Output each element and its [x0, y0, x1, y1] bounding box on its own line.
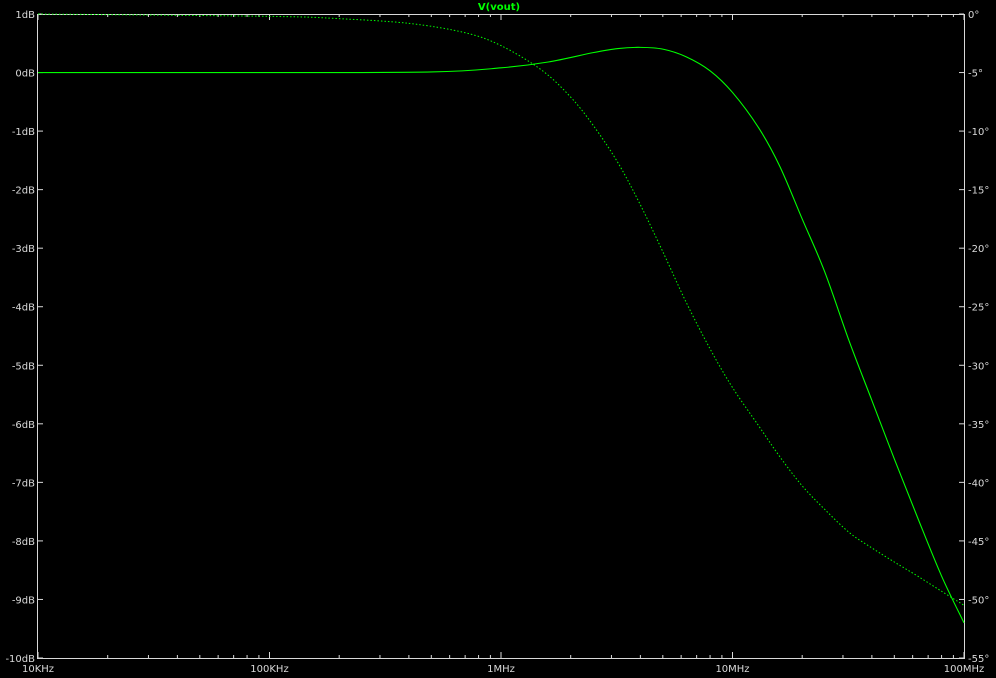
- right-tick-label: -40°: [968, 478, 989, 489]
- trace-title: V(vout): [478, 2, 520, 13]
- right-tick-label: -50°: [968, 595, 989, 606]
- right-tick-label: -45°: [968, 537, 989, 548]
- x-tick-label: 100KHz: [250, 664, 288, 675]
- phase-trace: [37, 13, 965, 606]
- x-axis: 10KHz 100KHz 1MHz 10MHz 100MHz: [22, 14, 984, 675]
- right-tick-label: -15°: [968, 186, 989, 197]
- left-tick-label: -7dB: [12, 478, 35, 489]
- x-tick-label: 100MHz: [944, 664, 984, 675]
- left-tick-label: 1dB: [15, 10, 35, 21]
- right-axis: 0° -5° -10° -15° -20° -25° -30° -35° -40° -45° -50…: [959, 10, 989, 665]
- x-tick-label: 10MHz: [715, 664, 749, 675]
- right-tick-label: -5°: [968, 69, 983, 80]
- x-tick-label: 1MHz: [487, 664, 515, 675]
- magnitude-trace: [37, 46, 965, 624]
- left-tick-label: -8dB: [12, 537, 35, 548]
- right-tick-label: -30°: [968, 361, 989, 372]
- left-tick-label: -3dB: [12, 244, 35, 255]
- left-tick-label: 0dB: [15, 69, 35, 80]
- right-tick-label: -10°: [968, 127, 989, 138]
- traces: [37, 13, 965, 624]
- right-tick-label: -25°: [968, 303, 989, 314]
- minor-ticks: [107, 14, 954, 658]
- left-tick-label: -6dB: [12, 420, 35, 431]
- left-tick-label: -2dB: [12, 186, 35, 197]
- right-tick-label: 0°: [968, 10, 979, 21]
- right-tick-label: -20°: [968, 244, 989, 255]
- bode-plot: V(vout) 10KHz 100KHz 1MHz 10MHz 100MHz 1dB 0d…: [5, 2, 989, 675]
- plot-frame: [37, 14, 965, 659]
- left-tick-label: -4dB: [12, 303, 35, 314]
- left-tick-label: -5dB: [12, 361, 35, 372]
- right-tick-label: -35°: [968, 420, 989, 431]
- left-tick-label: -9dB: [12, 595, 35, 606]
- right-tick-label: -55°: [968, 654, 989, 665]
- left-tick-label: -10dB: [5, 654, 35, 665]
- x-tick-label: 10KHz: [22, 664, 54, 675]
- left-tick-label: -1dB: [12, 127, 35, 138]
